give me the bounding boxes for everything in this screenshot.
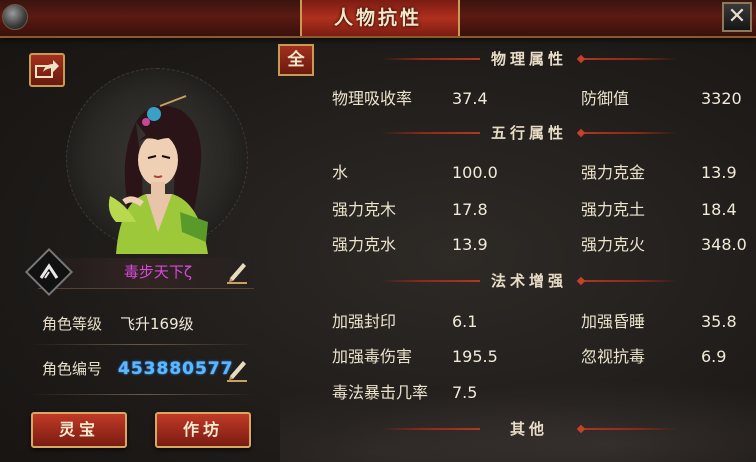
attr-label: 忽视抗毒	[581, 347, 646, 366]
level-label: 角色等级	[42, 315, 103, 333]
edit-name-pen-icon[interactable]	[224, 258, 250, 284]
section-line	[578, 428, 678, 430]
section-line	[578, 132, 678, 134]
section-line	[578, 58, 678, 60]
lingbao-button[interactable]: 灵宝	[31, 412, 127, 448]
section-title-magic: 法术增强	[490, 272, 567, 290]
attr-label: 加强昏睡	[581, 312, 646, 331]
attr-value: 13.9	[452, 235, 488, 254]
attr-value: 348.0	[701, 235, 747, 254]
close-button[interactable]: ✕	[722, 2, 752, 32]
section-title-elements: 五行属性	[490, 124, 567, 142]
section-title-physical: 物理属性	[490, 50, 567, 68]
level-value: 飞升169级	[120, 315, 194, 333]
attr-label: 物理吸收率	[332, 89, 413, 108]
attr-label: 毒法暴击几率	[332, 383, 429, 402]
attr-value: 6.1	[452, 312, 478, 331]
sect-emblem-icon	[32, 255, 66, 289]
section-ornament	[576, 128, 586, 138]
character-portrait	[108, 95, 208, 254]
attr-label: 强力克水	[332, 235, 397, 254]
attr-label: 防御值	[581, 89, 630, 108]
section-line	[380, 58, 480, 60]
attr-label: 强力克木	[332, 200, 397, 219]
attr-value: 7.5	[452, 383, 478, 402]
divider	[30, 394, 256, 395]
share-icon	[35, 60, 59, 78]
section-title-other: 其他	[509, 420, 548, 438]
section-line	[380, 132, 480, 134]
section-ornament	[576, 54, 586, 64]
id-value: 453880577	[118, 359, 234, 379]
share-button[interactable]	[29, 53, 65, 87]
window-corner-ornament-icon	[2, 4, 28, 30]
attr-value: 35.8	[701, 312, 737, 331]
attr-label: 加强封印	[332, 312, 397, 331]
attr-value: 6.9	[701, 347, 727, 366]
attr-label: 强力克金	[581, 163, 646, 182]
window-title: 人物抗性	[333, 7, 422, 29]
attr-value: 195.5	[452, 347, 498, 366]
attr-value: 18.4	[701, 200, 737, 219]
section-ornament	[576, 276, 586, 286]
divider	[30, 344, 256, 345]
section-line	[578, 280, 678, 282]
section-line	[380, 428, 480, 430]
attr-value: 37.4	[452, 89, 488, 108]
character-resistance-window: 人物抗性 ✕ 毒步天下ζ 角色等级 飞升169级 角色编号 453880577 …	[0, 0, 756, 462]
all-button[interactable]: 全	[278, 44, 314, 76]
zuofang-button[interactable]: 作坊	[155, 412, 251, 448]
section-line	[380, 280, 480, 282]
id-label: 角色编号	[42, 360, 103, 378]
attr-label: 强力克土	[581, 200, 646, 219]
attr-label: 水	[332, 163, 349, 182]
attr-value: 100.0	[452, 163, 498, 182]
attr-label: 加强毒伤害	[332, 347, 413, 366]
attr-value: 3320	[701, 89, 742, 108]
attr-value: 17.8	[452, 200, 488, 219]
attr-label: 强力克火	[581, 235, 646, 254]
character-name: 毒步天下ζ	[123, 263, 193, 281]
close-icon: ✕	[727, 4, 747, 29]
edit-id-pen-icon[interactable]	[224, 356, 250, 382]
attr-value: 13.9	[701, 163, 737, 182]
